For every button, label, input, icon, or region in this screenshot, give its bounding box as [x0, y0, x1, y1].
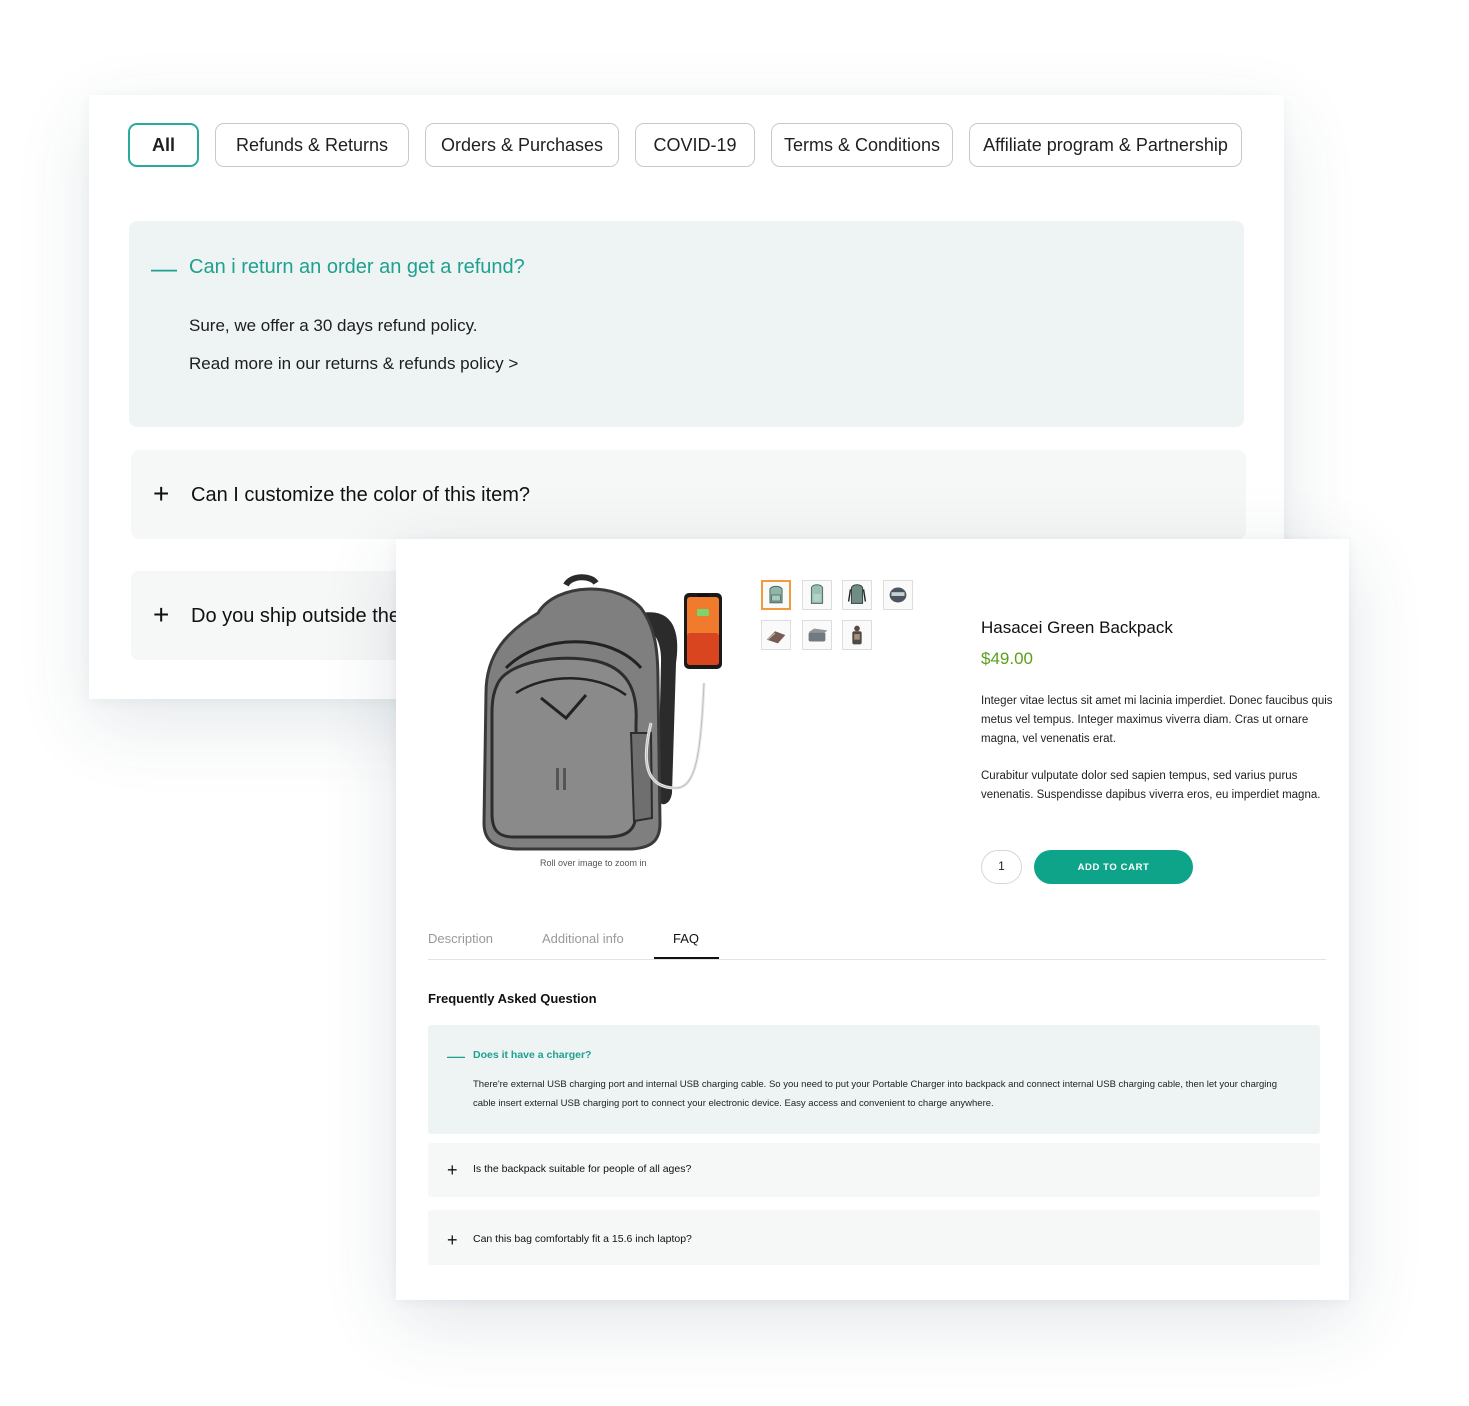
faq-question[interactable]: Does it have a charger?	[473, 1049, 591, 1061]
thumbnail-4[interactable]	[883, 580, 913, 610]
quantity-input[interactable]: 1	[981, 850, 1022, 884]
plus-icon[interactable]: +	[447, 1231, 458, 1249]
faq-item-customize-color[interactable]: + Can I customize the color of this item…	[131, 450, 1246, 539]
filter-refunds-returns[interactable]: Refunds & Returns	[215, 123, 409, 167]
plus-icon[interactable]: +	[153, 601, 169, 629]
faq-question[interactable]: Is the backpack suitable for people of a…	[473, 1163, 691, 1175]
product-faq-item-ages[interactable]: + Is the backpack suitable for people of…	[428, 1143, 1320, 1197]
filter-affiliate-partnership[interactable]: Affiliate program & Partnership	[969, 123, 1242, 167]
product-main-image[interactable]	[446, 573, 746, 873]
add-to-cart-button[interactable]: ADD TO CART	[1034, 850, 1193, 884]
tab-faq[interactable]: FAQ	[673, 931, 699, 946]
faq-answer: There're external USB charging port and …	[473, 1079, 1277, 1109]
product-tabs: Description Additional info FAQ	[428, 928, 1326, 960]
faq-question[interactable]: Can this bag comfortably fit a 15.6 inch…	[473, 1233, 692, 1245]
product-description: Integer vitae lectus sit amet mi lacinia…	[981, 692, 1336, 823]
tab-additional-info[interactable]: Additional info	[542, 931, 624, 946]
product-faq-item-charger[interactable]: — Does it have a charger? There're exter…	[428, 1025, 1320, 1134]
thumbnail-7[interactable]	[842, 620, 872, 650]
minus-icon[interactable]: —	[447, 1047, 465, 1065]
faq-heading: Frequently Asked Question	[428, 991, 597, 1006]
faq-question[interactable]: Do you ship outside the	[191, 605, 400, 628]
faq-item-refund[interactable]: — Can i return an order an get a refund?…	[129, 221, 1244, 427]
product-faq-item-laptop[interactable]: + Can this bag comfortably fit a 15.6 in…	[428, 1210, 1320, 1265]
plus-icon[interactable]: +	[153, 480, 169, 508]
thumbnail-3[interactable]	[842, 580, 872, 610]
faq-question[interactable]: Can i return an order an get a refund?	[189, 256, 525, 279]
filter-orders-purchases[interactable]: Orders & Purchases	[425, 123, 619, 167]
product-title: Hasacei Green Backpack	[981, 618, 1173, 637]
zoom-hint: Roll over image to zoom in	[540, 858, 647, 868]
thumbnail-2[interactable]	[802, 580, 832, 610]
description-paragraph: Curabitur vulputate dolor sed sapien tem…	[981, 770, 1321, 801]
faq-answer: Sure, we offer a 30 days refund policy.	[189, 316, 478, 335]
thumbnail-6[interactable]	[802, 620, 832, 650]
filter-terms-conditions[interactable]: Terms & Conditions	[771, 123, 953, 167]
minus-icon[interactable]: —	[151, 255, 177, 281]
thumbnail-1[interactable]	[761, 580, 791, 610]
filter-covid-19[interactable]: COVID-19	[635, 123, 755, 167]
plus-icon[interactable]: +	[447, 1161, 458, 1179]
refund-policy-link[interactable]: Read more in our returns & refunds polic…	[189, 354, 518, 374]
thumbnail-5[interactable]	[761, 620, 791, 650]
product-price: $49.00	[981, 649, 1033, 668]
tab-description[interactable]: Description	[428, 931, 493, 946]
description-paragraph: Integer vitae lectus sit amet mi lacinia…	[981, 695, 1333, 745]
active-tab-indicator	[654, 957, 719, 959]
product-page-card: Roll over image to zoom in Hasacei Green…	[396, 539, 1349, 1300]
faq-question[interactable]: Can I customize the color of this item?	[191, 484, 530, 507]
filter-all[interactable]: All	[128, 123, 199, 167]
